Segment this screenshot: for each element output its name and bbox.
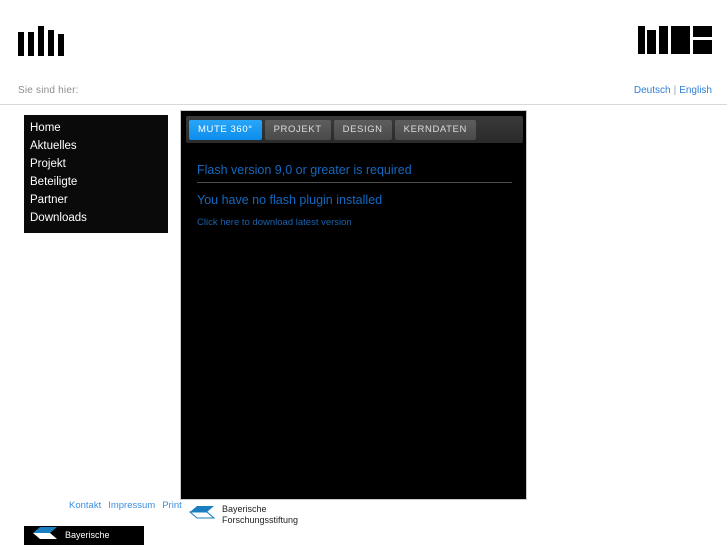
sponsor-name: Bayerische Forschungsstiftung [222, 504, 298, 526]
tab-projekt[interactable]: PROJEKT [264, 119, 331, 140]
logo-bar-3 [38, 26, 44, 56]
language-separator: | [673, 85, 677, 96]
tab-kerndaten[interactable]: KERNDATEN [394, 119, 476, 140]
sponsor-name-dark: Bayerische [65, 530, 110, 540]
flash-missing-text: You have no flash plugin installed [197, 193, 383, 207]
page-header [0, 0, 727, 78]
mute-bars-logo[interactable] [18, 22, 64, 56]
footer-link-kontakt[interactable]: Kontakt [69, 500, 101, 511]
sponsor-line-2: Forschungsstiftung [222, 514, 299, 525]
sidebar-item-beteiligte[interactable]: Beteiligte [24, 173, 168, 191]
sidebar-item-aktuelles[interactable]: Aktuelles [24, 137, 168, 155]
footer-link-print[interactable]: Print [162, 500, 182, 511]
sponsor-line-1: Bayerische [222, 503, 267, 514]
sidebar-item-downloads[interactable]: Downloads [24, 209, 168, 227]
breadcrumb-bar: Sie sind hier: Deutsch | English [0, 78, 727, 105]
sponsor-logo-block: Bayerische Forschungsstiftung [188, 503, 298, 526]
sidebar-item-partner[interactable]: Partner [24, 191, 168, 209]
tab-design[interactable]: DESIGN [333, 119, 392, 140]
sponsor-logo-block-dark: Bayerische [24, 526, 144, 545]
logo-bar-2 [28, 32, 34, 56]
footer-link-impressum[interactable]: Impressum [108, 500, 155, 511]
breadcrumb-label: Sie sind hier: [18, 85, 79, 96]
flash-required-text: Flash version 9,0 or greater is required [197, 163, 512, 183]
tab-mute-360[interactable]: MUTE 360° [189, 119, 262, 140]
language-link-english[interactable]: English [679, 85, 712, 96]
bayerische-forschungsstiftung-logo-dark [32, 526, 58, 545]
footer-links: Kontakt Impressum Print [69, 500, 189, 511]
logo-bar-4 [48, 30, 54, 56]
bayerische-forschungsstiftung-logo [188, 503, 216, 526]
main-content-panel: MUTE 360° PROJEKT DESIGN KERNDATEN Flash… [180, 110, 527, 500]
tab-bar: MUTE 360° PROJEKT DESIGN KERNDATEN [186, 116, 523, 143]
mute-blocks-logo[interactable] [638, 26, 712, 54]
logo-bar-5 [58, 34, 64, 56]
language-link-deutsch[interactable]: Deutsch [634, 85, 671, 96]
flash-download-link[interactable]: Click here to download latest version [197, 207, 512, 228]
sidebar-item-projekt[interactable]: Projekt [24, 155, 168, 173]
sidebar-navigation: Home Aktuelles Projekt Beteiligte Partne… [24, 115, 168, 233]
language-switcher: Deutsch | English [634, 85, 712, 96]
sidebar-item-home[interactable]: Home [24, 119, 168, 137]
logo-bar-1 [18, 32, 24, 56]
flash-plugin-notice: Flash version 9,0 or greater is required… [197, 163, 512, 228]
